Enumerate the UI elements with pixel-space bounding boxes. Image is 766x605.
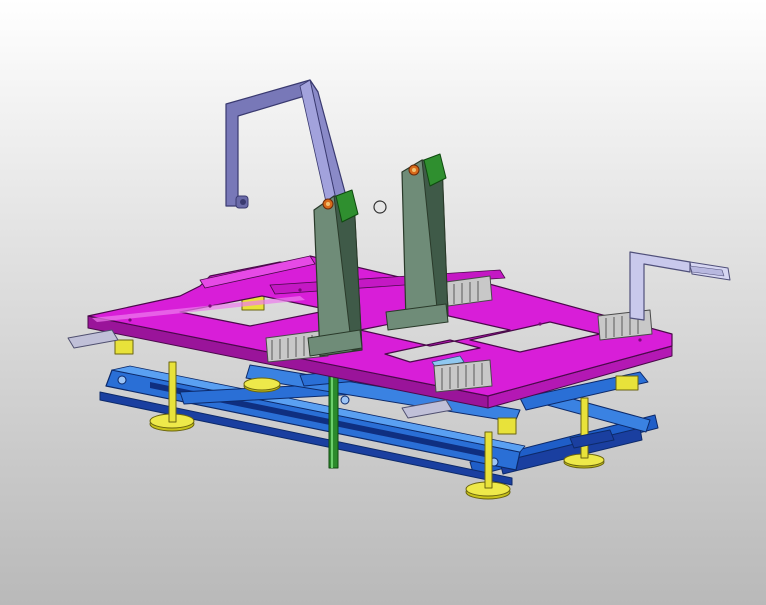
pivot-marker bbox=[373, 200, 387, 214]
leveling-foot-rear-left bbox=[243, 377, 281, 393]
handle-left bbox=[225, 79, 347, 209]
channel-hole-left bbox=[117, 375, 127, 385]
tab-left bbox=[67, 329, 119, 349]
model-canvas[interactable] bbox=[0, 0, 766, 605]
support-post-4 bbox=[615, 375, 639, 391]
cad-3d-viewport[interactable] bbox=[0, 0, 766, 605]
channel-hole-center bbox=[340, 395, 350, 405]
clamp-block-3 bbox=[433, 359, 493, 393]
support-post-3 bbox=[497, 417, 517, 435]
support-post-1 bbox=[114, 339, 134, 355]
bracket-right bbox=[629, 251, 731, 321]
